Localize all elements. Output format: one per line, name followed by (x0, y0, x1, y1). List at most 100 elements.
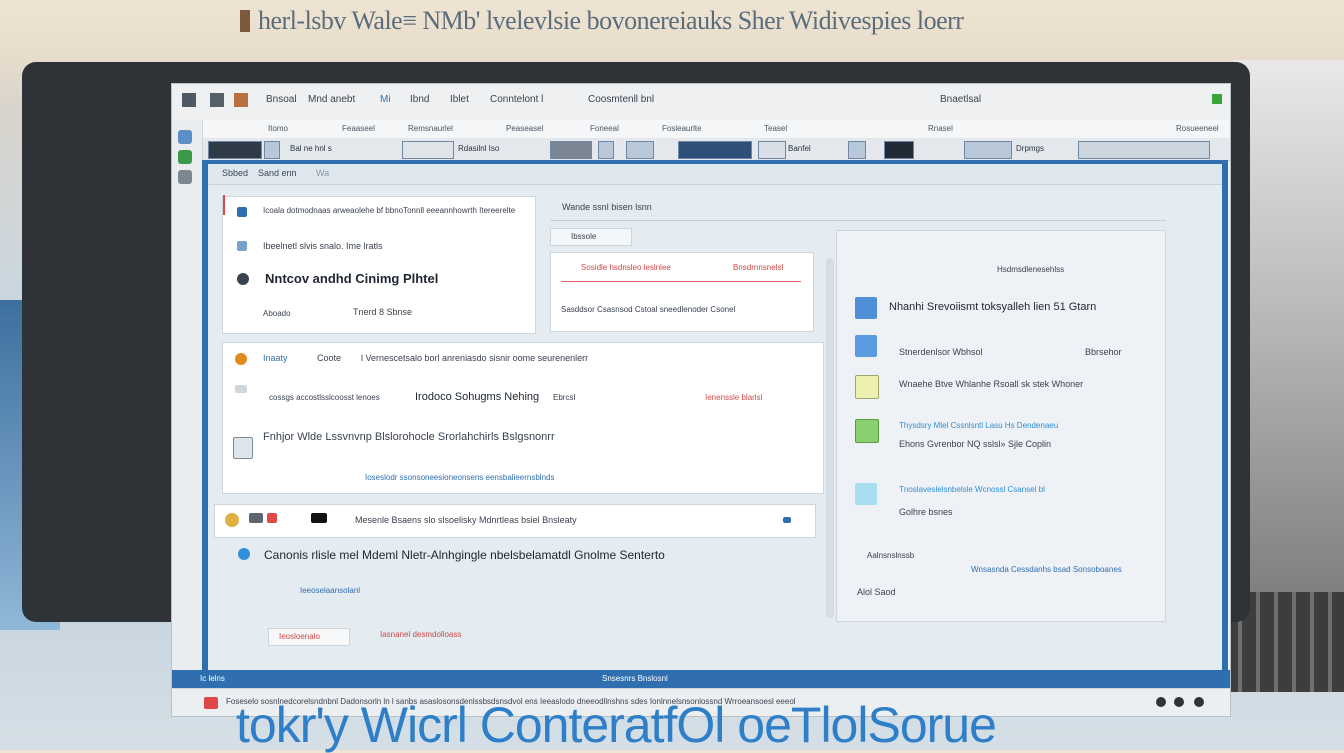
right-detail-panel: Hsdmsdlenesehlss Nhanhi Srevoiismt toksy… (836, 230, 1166, 622)
document-icon (237, 207, 247, 217)
ribbon-button-4[interactable] (758, 141, 786, 159)
list-icon (235, 385, 247, 393)
camera-icon (249, 513, 263, 523)
right-r1-a: Stnerdenlsor Wbhsol (899, 347, 983, 357)
page-header-title: herl-lsbv Wale≡ NMb' lvelevlsie bovonere… (240, 6, 964, 38)
file-icon (233, 437, 253, 459)
toolbar-labels: Itomo Feaaseel Remsnaurlel Peaseasel Fon… (172, 120, 1230, 138)
ribbon-label-3[interactable]: Banfel (788, 144, 811, 153)
ribbon-button-3[interactable] (626, 141, 654, 159)
ribbon-button-1[interactable] (264, 141, 280, 159)
mid-preview-panel: Sosidle hsdnsleo leslnlee Bnsdrnnsnelsl … (550, 252, 814, 332)
flag-icon (267, 513, 277, 523)
undo-icon[interactable] (234, 93, 248, 107)
wide-row2-c: Ebrcsl (553, 393, 576, 402)
right-r7: Alol Saod (857, 587, 896, 597)
toolbar-label-3[interactable]: Remsnaurlel (408, 124, 453, 133)
dialog-tab-1[interactable]: Sbbed (222, 168, 248, 178)
ribbon-thumbnail-6[interactable] (1078, 141, 1210, 159)
wide-row2-right[interactable]: Ienenssle blarlsl (705, 393, 762, 402)
settings-icon[interactable] (1194, 697, 1204, 707)
vertical-scrollbar[interactable] (826, 258, 834, 618)
right-r4-sub: Golhre bsnes (899, 507, 953, 517)
right-top: Hsdmsdlenesehlss (997, 265, 1065, 274)
ribbon-thumbnail-4[interactable] (678, 141, 752, 159)
right-r4-link[interactable]: Tnoslaveslelsnbelsle Wcnossl Csansel bl (899, 485, 1045, 494)
record-icon[interactable] (204, 697, 218, 709)
wide-row2-a: cossgs accostlsslcoosst lenoes (269, 393, 380, 402)
tool-icon-2[interactable] (178, 150, 192, 164)
dialog-tab-3[interactable]: Wa (316, 168, 329, 178)
right-r1-b[interactable]: Bbrsehor (1085, 347, 1122, 357)
ribbon-thumbnail-5[interactable] (884, 141, 914, 159)
bottombar-center[interactable]: Snsesnrs Bnslosnl (602, 674, 668, 683)
notice-bar: Mesenle Bsaens slo slsoelisky Mdnrtleas … (214, 504, 816, 538)
menu-item-right[interactable]: Bnaetlsal (940, 94, 981, 105)
notice-text: Mesenle Bsaens slo slsoelisky Mdnrtleas … (355, 515, 577, 525)
left-sub-1: Aboado (263, 309, 291, 318)
cyan-square-icon (855, 483, 877, 505)
dialog-tab-bar: Sbbed Sand enn Wa (208, 164, 1222, 185)
left-info-panel: Icoala dotmodnaas arweaolehe bf bbnoTonn… (222, 195, 536, 334)
toolbar-label-5[interactable]: Foneeal (590, 124, 619, 133)
notification-icon (225, 513, 239, 527)
black-box-icon (311, 513, 327, 523)
ribbon-label-2[interactable]: Rdasilnl Iso (458, 144, 499, 153)
ribbon-button-2[interactable] (598, 141, 614, 159)
right-r3-link[interactable]: Thysdsry Mlel Cssnlsntl Lasu Hs Dendenae… (899, 421, 1058, 430)
mid-pink-right[interactable]: Bnsdrnnsnelsl (733, 263, 783, 272)
ribbon-thumbnail-1[interactable] (208, 141, 262, 159)
menu-item-6[interactable]: Conntelont l (490, 94, 543, 105)
ribbon-label-1[interactable]: Bal ne hnl s (290, 144, 332, 153)
mid-pink-left[interactable]: Sosidle hsdnsleo leslnlee (581, 263, 671, 272)
warning-icon (235, 353, 247, 365)
dialog-tab-2[interactable]: Sand enn (258, 168, 297, 178)
menu-item-4[interactable]: Ibnd (410, 94, 429, 105)
mid-tab[interactable]: Ibssole (550, 228, 632, 246)
tool-icon-3[interactable] (178, 170, 192, 184)
save-icon[interactable] (210, 93, 224, 107)
tool-icon-1[interactable] (178, 130, 192, 144)
wide-row3-bottom[interactable]: Ioseslodr ssonsoneesioneonsens eensbalie… (365, 473, 554, 482)
menu-item-3[interactable]: Mi (380, 94, 391, 105)
ribbon-button-5[interactable] (848, 141, 866, 159)
menu-item-5[interactable]: Iblet (450, 94, 469, 105)
wide-row1-a[interactable]: Inaaty (263, 353, 288, 363)
menu-item-2[interactable]: Mnd anebt (308, 94, 355, 105)
app-icon[interactable] (182, 93, 196, 107)
toolbar-label-8[interactable]: Rnasel (928, 124, 953, 133)
ribbon-thumbnail-2[interactable] (402, 141, 454, 159)
edit-marker (223, 195, 225, 215)
menu-item-7[interactable]: Coosmtenll bnl (588, 94, 654, 105)
wide-row3: Fnhjor Wlde Lssvnvnp Blslorohocle Srorla… (263, 431, 555, 443)
bottom-left-field[interactable]: Ieosloenalo (268, 628, 350, 646)
toolbar-label-7[interactable]: Teasel (764, 124, 787, 133)
toolbar-label-1[interactable]: Itomo (268, 124, 288, 133)
toolbar-label-2[interactable]: Feaaseel (342, 124, 375, 133)
bottom-left-text-1: Ieosloenalo (279, 632, 320, 641)
left-sub-2[interactable]: Tnerd 8 Sbnse (353, 307, 412, 317)
toolbar-label-6[interactable]: Fosleaurlte (662, 124, 702, 133)
divider (550, 220, 1166, 221)
play-icon[interactable] (1156, 697, 1166, 707)
blue-square-icon (855, 297, 877, 319)
right-r6-link[interactable]: Wnsasnda Cessdanhs bsad Sonsoboanes (971, 565, 1122, 574)
toolbar-label-4[interactable]: Peaseasel (506, 124, 543, 133)
notice-link[interactable]: Ieeoselaansolanl (300, 586, 360, 595)
chevron-down-icon[interactable] (783, 517, 791, 523)
left-item-2: Ibeelnetl slvis snalo. Ime lratls (263, 241, 383, 251)
background-wall-right (1234, 60, 1344, 620)
stop-icon[interactable] (1174, 697, 1184, 707)
yellow-square-icon (855, 375, 879, 399)
toolbar-label-9[interactable]: Rosueeneel (1176, 124, 1219, 133)
mid-red-underline (561, 281, 801, 282)
info-icon (238, 548, 250, 560)
ribbon-button-6[interactable] (964, 141, 1012, 159)
bottom-left-text-2[interactable]: Iasnanel desmdolloass (380, 630, 461, 639)
wide-row1-b: Coote (317, 353, 342, 363)
wide-row1-c: l Vernescetsalo borl anreniasdo sisnir o… (361, 353, 589, 363)
bottombar-left[interactable]: Ic lelns (200, 674, 225, 683)
ribbon-label-4[interactable]: Drpmgs (1016, 144, 1044, 153)
menu-item-1[interactable]: Bnsoal (266, 94, 297, 105)
ribbon-thumbnail-3[interactable] (550, 141, 592, 159)
